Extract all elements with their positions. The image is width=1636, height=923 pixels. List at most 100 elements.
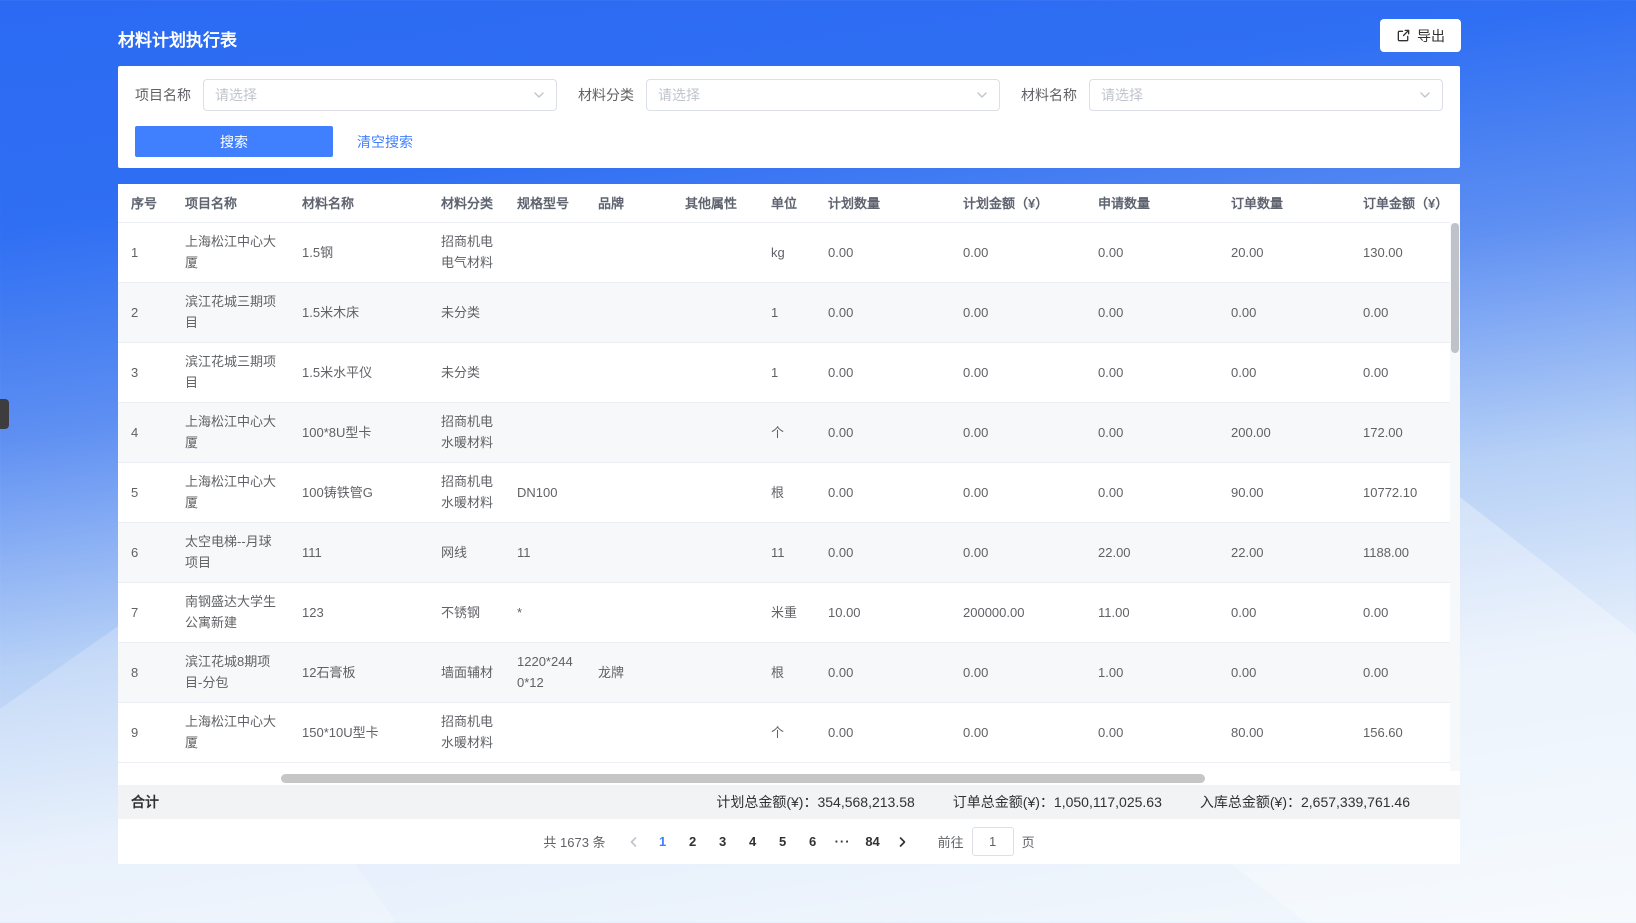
table-cell-10: 0.00 — [950, 462, 1085, 522]
table-cell-7 — [672, 402, 758, 462]
page-number-84[interactable]: 84 — [858, 828, 888, 856]
search-button[interactable]: 搜索 — [135, 126, 333, 157]
table-cell-11: 0.00 — [1085, 462, 1218, 522]
table-cell-4: 不锈钢 — [428, 582, 504, 642]
table-cell-6 — [585, 222, 672, 282]
table-cell-3: 1.5钢 — [289, 222, 428, 282]
page-number-1[interactable]: 1 — [648, 828, 678, 856]
filter-select-2[interactable]: 请选择 — [646, 79, 1000, 111]
summary-bar: 合计 计划总金额(¥)：354,568,213.58订单总金额(¥)：1,050… — [118, 785, 1460, 819]
column-header-13: 订单金额（¥） — [1350, 184, 1450, 222]
filter-label-1: 项目名称 — [135, 85, 191, 105]
table-cell-3: 123 — [289, 582, 428, 642]
table-row[interactable]: 3滨江花城三期项目1.5米水平仪未分类10.000.000.000.000.00 — [118, 342, 1450, 402]
table-row[interactable]: 9上海松江中心大厦150*10U型卡招商机电水暖材料个0.000.000.008… — [118, 702, 1450, 762]
table-row[interactable]: 4上海松江中心大厦100*8U型卡招商机电水暖材料个0.000.000.0020… — [118, 402, 1450, 462]
table-cell-4: 墙面辅材 — [428, 642, 504, 702]
table-cell-6 — [585, 582, 672, 642]
goto-page-input[interactable] — [972, 827, 1014, 856]
table-cell-11: 1.00 — [1085, 642, 1218, 702]
side-panel-handle[interactable] — [0, 399, 9, 429]
pagination-total: 共 1673 条 — [543, 832, 605, 851]
column-header-1: 序号 — [118, 184, 172, 222]
horizontal-scrollbar-thumb[interactable] — [281, 774, 1205, 783]
table-cell-13: 10772.10 — [1350, 462, 1450, 522]
select-placeholder: 请选择 — [658, 85, 700, 105]
table-cell-8: 米重 — [758, 582, 815, 642]
table-cell-7 — [672, 282, 758, 342]
vertical-scrollbar-thumb[interactable] — [1451, 223, 1459, 353]
page-number-4[interactable]: 4 — [738, 828, 768, 856]
export-button[interactable]: 导出 — [1380, 19, 1461, 52]
table-body: 1上海松江中心大厦1.5钢招商机电电气材料kg0.000.000.0020.00… — [118, 222, 1450, 762]
summary-item-3: 入库总金额(¥)：2,657,339,761.46 — [1200, 792, 1410, 812]
page-number-6[interactable]: 6 — [798, 828, 828, 856]
table-cell-5 — [504, 342, 585, 402]
table-row[interactable]: 2滨江花城三期项目1.5米木床未分类10.000.000.000.000.00 — [118, 282, 1450, 342]
table-cell-12: 20.00 — [1218, 222, 1350, 282]
column-header-6: 品牌 — [585, 184, 672, 222]
table-cell-9: 0.00 — [815, 402, 950, 462]
goto-label: 前往 — [938, 832, 964, 851]
table-cell-13: 0.00 — [1350, 342, 1450, 402]
table-cell-8: 1 — [758, 342, 815, 402]
table-row[interactable]: 1上海松江中心大厦1.5钢招商机电电气材料kg0.000.000.0020.00… — [118, 222, 1450, 282]
table-cell-3: 100*8U型卡 — [289, 402, 428, 462]
filter-select-1[interactable]: 请选择 — [203, 79, 557, 111]
page-number-2[interactable]: 2 — [678, 828, 708, 856]
filter-group-2: 材料分类请选择 — [578, 79, 1000, 111]
table-cell-9: 0.00 — [815, 462, 950, 522]
table-cell-4: 招商机电水暖材料 — [428, 702, 504, 762]
table-cell-5: * — [504, 582, 585, 642]
table-cell-1: 6 — [118, 522, 172, 582]
page-number-3[interactable]: 3 — [708, 828, 738, 856]
table-row[interactable]: 6太空电梯--月球项目111网线11110.000.0022.0022.0011… — [118, 522, 1450, 582]
table-cell-1: 5 — [118, 462, 172, 522]
table-cell-11: 22.00 — [1085, 522, 1218, 582]
table-cell-7 — [672, 222, 758, 282]
column-header-5: 规格型号 — [504, 184, 585, 222]
table-cell-5 — [504, 282, 585, 342]
table-cell-11: 0.00 — [1085, 222, 1218, 282]
clear-search-link[interactable]: 清空搜索 — [357, 132, 413, 152]
column-header-8: 单位 — [758, 184, 815, 222]
table-cell-10: 0.00 — [950, 342, 1085, 402]
table-cell-12: 22.00 — [1218, 522, 1350, 582]
table-cell-8: 11 — [758, 522, 815, 582]
table-cell-12: 0.00 — [1218, 342, 1350, 402]
table-cell-4: 网线 — [428, 522, 504, 582]
page-number-5[interactable]: 5 — [768, 828, 798, 856]
summary-item-1: 计划总金额(¥)：354,568,213.58 — [716, 792, 914, 812]
column-header-12: 订单数量 — [1218, 184, 1350, 222]
goto-suffix: 页 — [1022, 832, 1035, 851]
table-row[interactable]: 7南钢盛达大学生公寓新建123不锈钢*米重10.00200000.0011.00… — [118, 582, 1450, 642]
table-cell-10: 0.00 — [950, 702, 1085, 762]
filter-select-3[interactable]: 请选择 — [1089, 79, 1443, 111]
table-cell-9: 0.00 — [815, 642, 950, 702]
column-header-4: 材料分类 — [428, 184, 504, 222]
summary-item-label: 订单总金额(¥)： — [953, 794, 1054, 810]
table-cell-2: 滨江花城三期项目 — [172, 342, 289, 402]
chevron-down-icon — [1419, 89, 1431, 101]
summary-items: 计划总金额(¥)：354,568,213.58订单总金额(¥)：1,050,11… — [716, 792, 1410, 812]
table-cell-3: 12石膏板 — [289, 642, 428, 702]
table-cell-3: 1.5米水平仪 — [289, 342, 428, 402]
table-cell-13: 0.00 — [1350, 582, 1450, 642]
table-cell-1: 4 — [118, 402, 172, 462]
table-row[interactable]: 5上海松江中心大厦100铸铁管G招商机电水暖材料DN100根0.000.000.… — [118, 462, 1450, 522]
column-header-9: 计划数量 — [815, 184, 950, 222]
table-cell-7 — [672, 462, 758, 522]
table-row[interactable]: 8滨江花城8期项目-分包12石膏板墙面辅材1220*2440*12龙牌根0.00… — [118, 642, 1450, 702]
chevron-right-icon[interactable] — [888, 828, 916, 856]
column-header-7: 其他属性 — [672, 184, 758, 222]
table-cell-8: 根 — [758, 462, 815, 522]
vertical-scrollbar[interactable] — [1450, 223, 1460, 771]
table-cell-1: 3 — [118, 342, 172, 402]
table-cell-5: 11 — [504, 522, 585, 582]
chevron-left-icon[interactable] — [620, 828, 648, 856]
table-cell-8: 个 — [758, 702, 815, 762]
table-cell-4: 招商机电水暖材料 — [428, 402, 504, 462]
table-cell-6 — [585, 282, 672, 342]
chevron-down-icon — [533, 89, 545, 101]
summary-item-label: 计划总金额(¥)： — [716, 794, 817, 810]
